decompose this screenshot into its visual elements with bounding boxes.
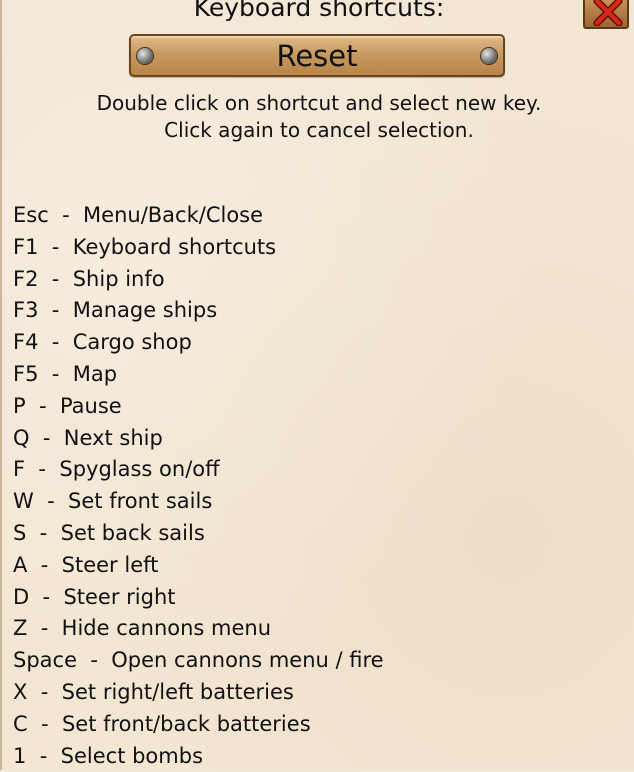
shortcut-item[interactable]: Space - Open cannons menu / fire <box>13 645 384 677</box>
instruction-line-2: Click again to cancel selection. <box>164 118 474 142</box>
shortcut-item[interactable]: W - Set front sails <box>13 486 384 518</box>
shortcut-item[interactable]: A - Steer left <box>13 550 384 582</box>
close-x-icon <box>593 0 623 26</box>
shortcut-item[interactable]: X - Set right/left batteries <box>13 677 384 709</box>
close-button[interactable] <box>583 0 629 29</box>
shortcut-item[interactable]: F2 - Ship info <box>13 264 384 296</box>
shortcut-item[interactable]: S - Set back sails <box>13 518 384 550</box>
reset-button[interactable]: Reset <box>129 34 505 77</box>
rivet-icon <box>137 48 153 64</box>
shortcut-list: Esc - Menu/Back/Close F1 - Keyboard shor… <box>13 200 384 772</box>
shortcuts-panel: Keyboard shortcuts: Reset Double click o… <box>0 0 634 770</box>
shortcut-item[interactable]: Z - Hide cannons menu <box>13 613 384 645</box>
shortcut-item[interactable]: 1 - Select bombs <box>13 741 384 772</box>
shortcut-item[interactable]: F4 - Cargo shop <box>13 327 384 359</box>
shortcut-item[interactable]: Esc - Menu/Back/Close <box>13 200 384 232</box>
rivet-icon <box>481 48 497 64</box>
shortcut-item[interactable]: F1 - Keyboard shortcuts <box>13 232 384 264</box>
shortcut-item[interactable]: D - Steer right <box>13 582 384 614</box>
shortcut-item[interactable]: F3 - Manage ships <box>13 295 384 327</box>
shortcut-item[interactable]: C - Set front/back batteries <box>13 709 384 741</box>
shortcut-item[interactable]: P - Pause <box>13 391 384 423</box>
shortcut-item[interactable]: F - Spyglass on/off <box>13 454 384 486</box>
instruction-line-1: Double click on shortcut and select new … <box>96 91 542 115</box>
reset-button-label: Reset <box>276 39 358 73</box>
panel-title: Keyboard shortcuts: <box>193 0 445 22</box>
shortcut-item[interactable]: F5 - Map <box>13 359 384 391</box>
shortcut-item[interactable]: Q - Next ship <box>13 423 384 455</box>
